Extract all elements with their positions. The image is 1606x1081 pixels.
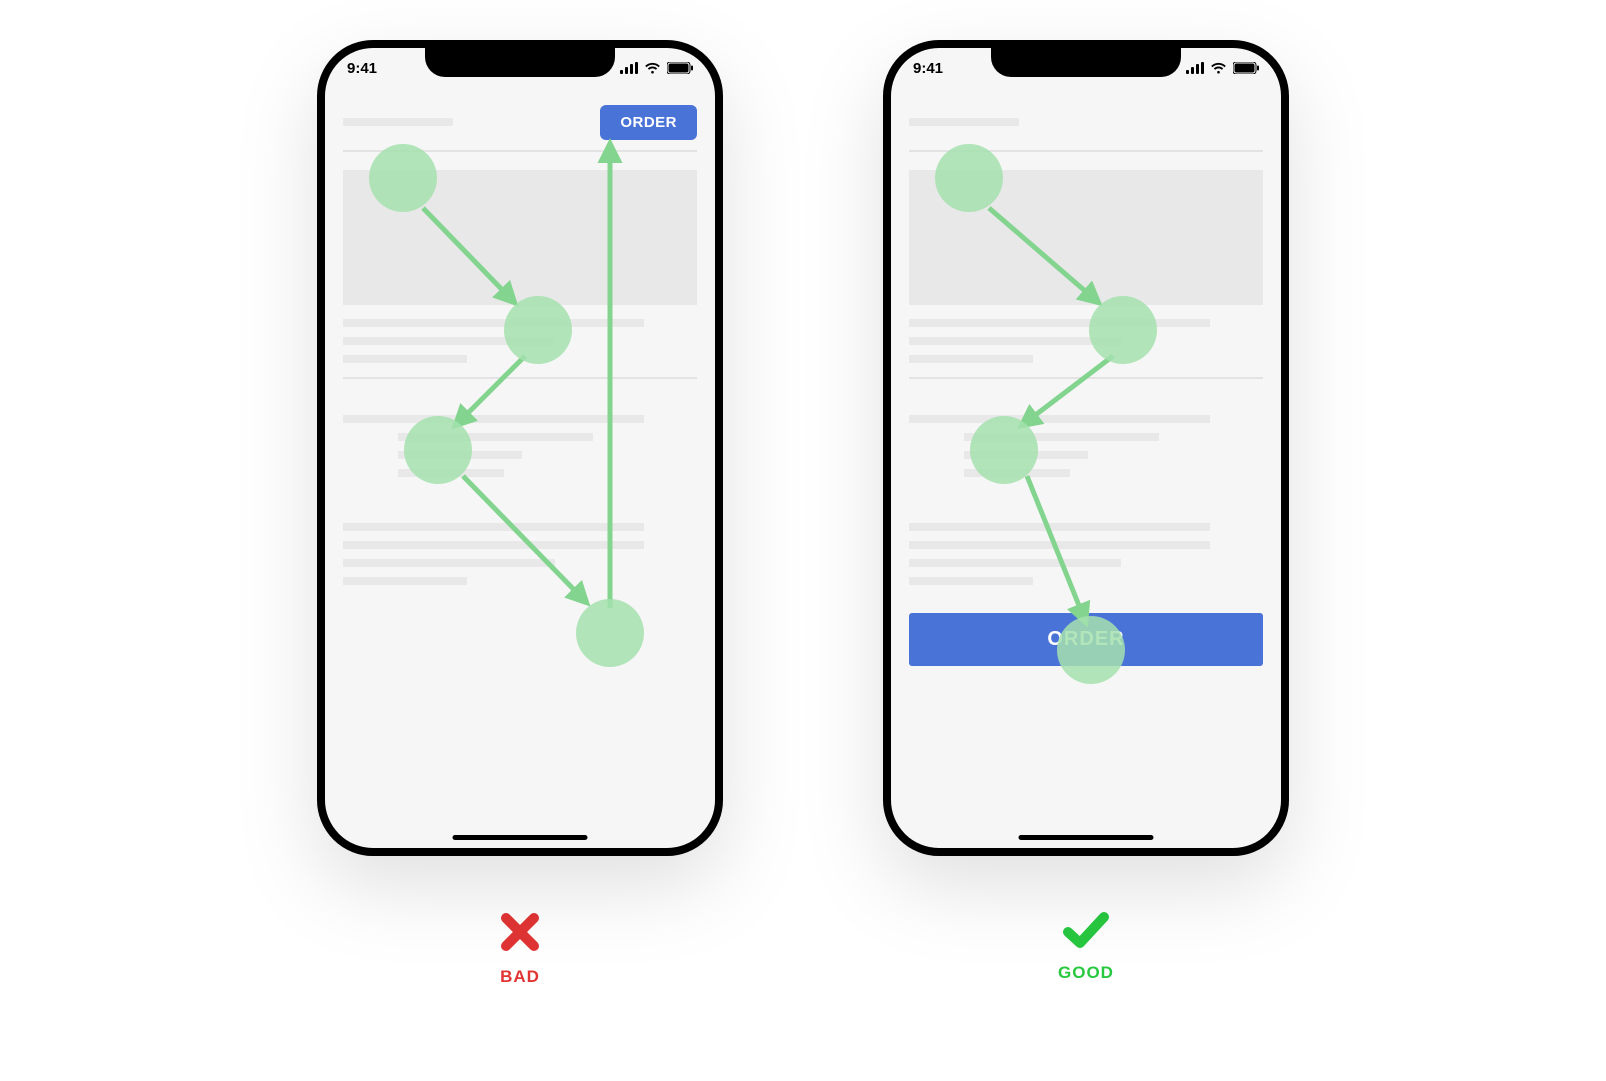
status-time: 9:41 [913, 60, 943, 77]
placeholder-line [964, 433, 1159, 441]
cross-icon [498, 910, 542, 954]
screen-content: ORDER [325, 88, 715, 848]
status-right [620, 62, 693, 74]
placeholder-title [909, 118, 1019, 126]
placeholder-line [909, 337, 1121, 345]
placeholder-image [343, 170, 697, 305]
divider [343, 150, 697, 152]
placeholder-line [909, 523, 1210, 531]
cellular-icon [620, 62, 638, 74]
placeholder-line [909, 541, 1210, 549]
placeholder-line [343, 355, 467, 363]
placeholder-line [343, 559, 555, 567]
placeholder-line [343, 523, 644, 531]
verdict-bad: BAD [498, 910, 542, 987]
good-column: 9:41 [883, 40, 1289, 983]
wifi-icon [1210, 62, 1227, 74]
diagram-stage: 9:41 ORDER [0, 0, 1606, 1081]
home-indicator [453, 835, 588, 840]
placeholder-line [909, 577, 1033, 585]
placeholder-line [398, 451, 522, 459]
placeholder-line [343, 319, 644, 327]
placeholder-line [964, 469, 1070, 477]
placeholder-image [909, 170, 1263, 305]
phone-mockup-bad: 9:41 ORDER [317, 40, 723, 856]
placeholder-line [909, 415, 1210, 423]
bad-column: 9:41 ORDER [317, 40, 723, 987]
placeholder-line [398, 469, 504, 477]
home-indicator [1019, 835, 1154, 840]
status-right [1186, 62, 1259, 74]
verdict-label: BAD [498, 967, 542, 987]
placeholder-line [909, 559, 1121, 567]
screen-content: ORDER [891, 88, 1281, 848]
status-time: 9:41 [347, 60, 377, 77]
phone-notch [425, 47, 615, 77]
phone-notch [991, 47, 1181, 77]
check-icon [1062, 910, 1110, 950]
placeholder-line [909, 319, 1210, 327]
divider [909, 150, 1263, 152]
battery-icon [1233, 62, 1259, 74]
placeholder-line [343, 337, 555, 345]
wifi-icon [644, 62, 661, 74]
order-button-top[interactable]: ORDER [600, 105, 697, 140]
phone-mockup-good: 9:41 [883, 40, 1289, 856]
cellular-icon [1186, 62, 1204, 74]
placeholder-line [909, 355, 1033, 363]
placeholder-line [343, 541, 644, 549]
placeholder-line [398, 433, 593, 441]
placeholder-line [964, 451, 1088, 459]
order-button-bottom[interactable]: ORDER [909, 613, 1263, 666]
placeholder-title [343, 118, 453, 126]
verdict-label: GOOD [1058, 963, 1114, 983]
verdict-good: GOOD [1058, 910, 1114, 983]
placeholder-line [343, 415, 644, 423]
placeholder-line [343, 577, 467, 585]
battery-icon [667, 62, 693, 74]
